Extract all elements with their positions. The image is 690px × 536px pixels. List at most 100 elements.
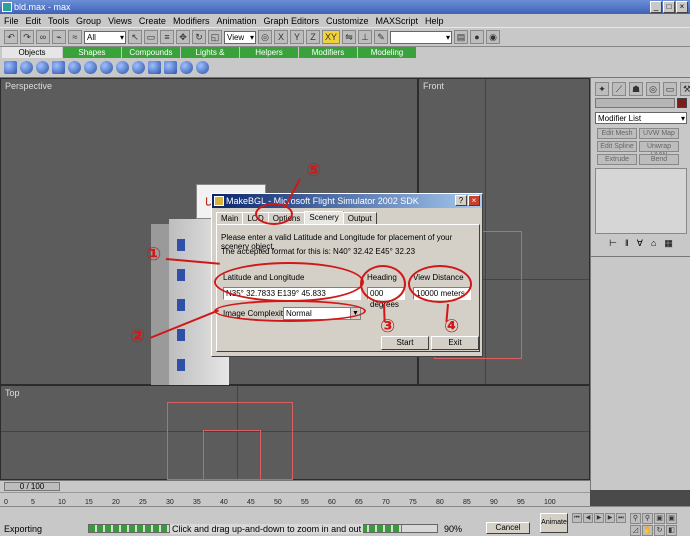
axis-x-icon[interactable]: X [274, 30, 288, 44]
make-unique-icon[interactable]: ∀ [637, 238, 643, 252]
torus-icon[interactable] [100, 61, 113, 74]
menu-help[interactable]: Help [425, 16, 444, 26]
menu-graph-editors[interactable]: Graph Editors [263, 16, 319, 26]
named-selection-icon[interactable]: ✎ [374, 30, 388, 44]
perspective-label[interactable]: Perspective [5, 81, 52, 91]
cylinder-icon[interactable] [52, 61, 65, 74]
top-label[interactable]: Top [5, 388, 20, 398]
tab-scenery[interactable]: Scenery [304, 211, 344, 224]
arc-rotate-icon[interactable]: ↻ [654, 525, 665, 536]
axis-y-icon[interactable]: Y [290, 30, 304, 44]
motion-panel-icon[interactable]: ◎ [646, 82, 660, 96]
undo-icon[interactable]: ↶ [4, 30, 18, 44]
play-icon[interactable]: ▶ [594, 513, 604, 523]
zoom-icon[interactable]: ⚲ [630, 513, 641, 524]
menu-modifiers[interactable]: Modifiers [173, 16, 210, 26]
configure-modifier-sets-icon[interactable]: ▦ [664, 238, 673, 252]
utilities-panel-icon[interactable]: ⚒ [680, 82, 690, 96]
teapot-icon[interactable] [132, 61, 145, 74]
exit-button[interactable]: Exit [431, 336, 479, 350]
extrude-button[interactable]: Extrude [597, 154, 637, 165]
grid-icon[interactable] [164, 61, 177, 74]
front-label[interactable]: Front [423, 81, 444, 91]
hierarchy-panel-icon[interactable]: ☗ [629, 82, 643, 96]
material-editor-icon[interactable]: ● [470, 30, 484, 44]
uvw-map-button[interactable]: UVW Map [639, 128, 679, 139]
plane-icon[interactable] [148, 61, 161, 74]
close-dialog-button[interactable]: × [468, 195, 480, 206]
redo-icon[interactable]: ↷ [20, 30, 34, 44]
named-selection-select[interactable] [390, 30, 452, 44]
pyramid-icon[interactable] [116, 61, 129, 74]
pan-icon[interactable]: ✋ [642, 525, 653, 536]
menu-create[interactable]: Create [139, 16, 166, 26]
select-by-name-icon[interactable]: ≡ [160, 30, 174, 44]
axis-z-icon[interactable]: Z [306, 30, 320, 44]
close-window-button[interactable]: × [676, 1, 688, 13]
select-icon[interactable]: ↖ [128, 30, 142, 44]
create-panel-icon[interactable]: ✦ [595, 82, 609, 96]
start-button[interactable]: Start [381, 336, 429, 350]
menu-animation[interactable]: Animation [216, 16, 256, 26]
tab-objects[interactable]: Objects [2, 47, 62, 58]
mirror-icon[interactable]: ⇋ [342, 30, 356, 44]
rotate-icon[interactable]: ↻ [192, 30, 206, 44]
tab-main[interactable]: Main [216, 212, 244, 224]
modifier-list-select[interactable]: Modifier List [595, 112, 687, 124]
point-icon[interactable] [180, 61, 193, 74]
pin-stack-icon[interactable]: ⊢ [609, 238, 617, 252]
bind-icon[interactable]: ≈ [68, 30, 82, 44]
next-frame-icon[interactable]: ▶ [605, 513, 615, 523]
maximize-viewport-icon[interactable]: ◧ [666, 525, 677, 536]
sphere-icon[interactable] [20, 61, 33, 74]
object-color-swatch[interactable] [677, 98, 687, 108]
geosphere-icon[interactable] [36, 61, 49, 74]
menu-views[interactable]: Views [108, 16, 132, 26]
axis-xy-button[interactable]: XY [322, 30, 340, 44]
edit-mesh-button[interactable]: Edit Mesh [597, 128, 637, 139]
maximize-button[interactable]: □ [663, 1, 675, 13]
bend-button[interactable]: Bend [639, 154, 679, 165]
menu-group[interactable]: Group [76, 16, 101, 26]
cone-icon[interactable] [84, 61, 97, 74]
hedra-icon[interactable] [196, 61, 209, 74]
fov-icon[interactable]: ◿ [630, 525, 641, 536]
pivot-icon[interactable]: ◎ [258, 30, 272, 44]
minimize-button[interactable]: _ [650, 1, 662, 13]
track-view-icon[interactable]: ▤ [454, 30, 468, 44]
remove-modifier-icon[interactable]: ⌂ [651, 238, 656, 252]
tab-helpers[interactable]: Helpers [240, 47, 298, 58]
move-icon[interactable]: ✥ [176, 30, 190, 44]
show-end-result-icon[interactable]: ‖ [625, 238, 629, 252]
scale-icon[interactable]: ◱ [208, 30, 222, 44]
cancel-export-button[interactable]: Cancel [486, 522, 530, 534]
menu-file[interactable]: File [4, 16, 19, 26]
selection-filter-select[interactable]: All [84, 30, 126, 44]
go-end-icon[interactable]: ⏭ [616, 513, 626, 523]
time-slider[interactable]: 0 / 100 [4, 482, 60, 491]
zoom-extents-all-icon[interactable]: ▣ [666, 513, 677, 524]
unlink-icon[interactable]: ⌁ [52, 30, 66, 44]
go-start-icon[interactable]: ⏮ [572, 513, 582, 523]
box-icon[interactable] [4, 61, 17, 74]
help-button[interactable]: ? [455, 195, 467, 206]
prev-frame-icon[interactable]: ◀ [583, 513, 593, 523]
tab-lights-cameras[interactable]: Lights & Cameras [181, 47, 239, 68]
tab-output[interactable]: Output [342, 212, 377, 224]
edit-spline-button[interactable]: Edit Spline [597, 141, 637, 152]
link-icon[interactable]: ∞ [36, 30, 50, 44]
tube-icon[interactable] [68, 61, 81, 74]
top-viewport[interactable]: Top [0, 385, 590, 480]
animate-button[interactable]: Animate [540, 513, 568, 533]
zoom-extents-icon[interactable]: ▣ [654, 513, 665, 524]
display-panel-icon[interactable]: ▭ [663, 82, 677, 96]
menu-tools[interactable]: Tools [48, 16, 69, 26]
align-icon[interactable]: ⊥ [358, 30, 372, 44]
object-name-field[interactable] [595, 98, 675, 108]
tab-compounds[interactable]: Compounds [122, 47, 180, 58]
tab-modifiers[interactable]: Modifiers [299, 47, 357, 58]
track-bar[interactable]: 0 5 10 15 20 25 30 35 40 45 50 55 60 65 … [0, 492, 590, 506]
menu-edit[interactable]: Edit [26, 16, 42, 26]
modify-panel-icon[interactable]: ⟋ [612, 82, 626, 96]
menu-customize[interactable]: Customize [326, 16, 369, 26]
